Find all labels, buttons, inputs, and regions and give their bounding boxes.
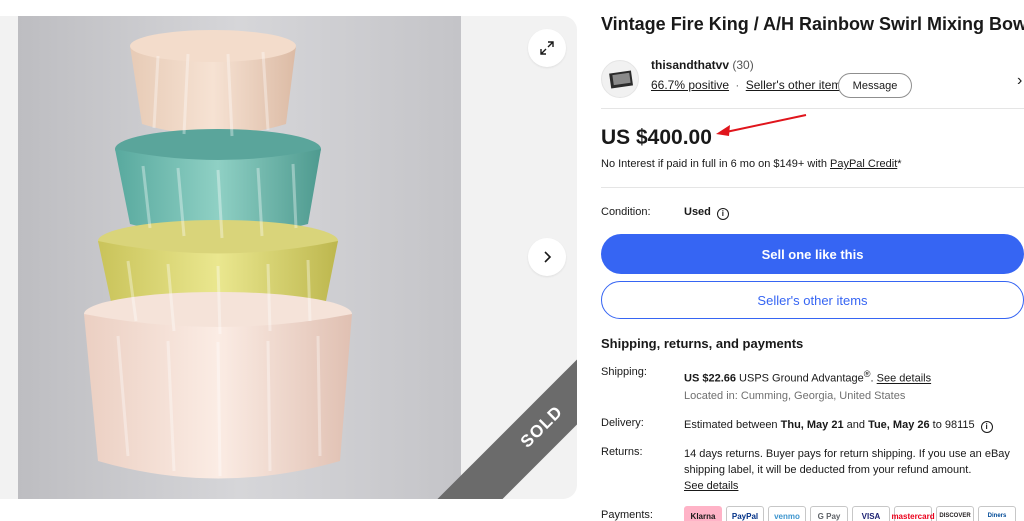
klarna-icon: Klarna bbox=[684, 506, 722, 521]
condition-label: Condition: bbox=[601, 206, 651, 218]
delivery-value: Estimated between Thu, May 21 and Tue, M… bbox=[684, 417, 1024, 433]
paypal-credit-link[interactable]: PayPal Credit bbox=[830, 158, 897, 170]
listing-title: Vintage Fire King / A/H Rainbow Swirl Mi… bbox=[601, 14, 1024, 34]
shipping-see-details-link[interactable]: See details bbox=[877, 373, 931, 385]
seller-avatar[interactable] bbox=[601, 60, 639, 98]
shipping-cost: US $22.66 bbox=[684, 372, 736, 385]
seller-name[interactable]: thisandthatvv bbox=[651, 58, 729, 72]
delivery-end: Tue, May 26 bbox=[868, 419, 930, 431]
seller-card: thisandthatvv (30) 66.7% positive · Sell… bbox=[601, 56, 1024, 108]
payments-label: Payments: bbox=[601, 509, 653, 521]
credit-note: No Interest if paid in full in 6 mo on $… bbox=[601, 158, 902, 170]
positive-feedback-link[interactable]: 66.7% positive bbox=[651, 78, 729, 92]
separator: · bbox=[735, 78, 740, 92]
avatar-image-icon bbox=[609, 70, 634, 89]
seller-name-line: thisandthatvv (30) bbox=[651, 58, 754, 72]
next-image-button[interactable] bbox=[528, 238, 566, 276]
seller-feedback-count: (30) bbox=[732, 58, 754, 72]
divider bbox=[601, 108, 1024, 109]
condition-value: Used bbox=[684, 206, 711, 218]
google-pay-icon: G Pay bbox=[810, 506, 848, 521]
shipping-service: USPS Ground Advantage bbox=[735, 372, 864, 385]
item-location: Located in: Cumming, Georgia, United Sta… bbox=[684, 390, 906, 402]
visa-icon: VISA bbox=[852, 506, 890, 521]
seller-links: 66.7% positive · Seller's other items bbox=[651, 78, 847, 92]
delivery-info-icon[interactable]: i bbox=[980, 421, 993, 433]
bowls-illustration bbox=[18, 16, 461, 499]
sold-label: SOLD bbox=[516, 401, 567, 452]
product-photo[interactable] bbox=[18, 16, 461, 499]
listing-details: Vintage Fire King / A/H Rainbow Swirl Mi… bbox=[601, 0, 1024, 521]
message-button[interactable]: Message bbox=[838, 73, 912, 98]
delivery-prefix: Estimated between bbox=[684, 419, 781, 431]
paypal-icon: PayPal bbox=[726, 506, 764, 521]
seller-chevron-right-icon[interactable]: › bbox=[1017, 72, 1022, 90]
seller-other-items-link[interactable]: Seller's other items bbox=[746, 78, 848, 92]
credit-suffix: * bbox=[897, 158, 902, 170]
sell-one-like-this-button[interactable]: Sell one like this bbox=[601, 234, 1024, 274]
expand-icon bbox=[540, 41, 554, 55]
expand-button[interactable] bbox=[528, 29, 566, 67]
sellers-other-items-button[interactable]: Seller's other items bbox=[601, 281, 1024, 319]
condition-value-line: Used i bbox=[684, 206, 729, 220]
diners-club-icon: Diners bbox=[978, 506, 1016, 521]
info-icon[interactable]: i bbox=[716, 208, 729, 220]
credit-prefix: No Interest if paid in full in 6 mo on $… bbox=[601, 158, 830, 170]
delivery-suffix: to 98115 bbox=[929, 419, 975, 431]
returns-value: 14 days returns. Buyer pays for return s… bbox=[684, 446, 1024, 494]
shipping-heading: Shipping, returns, and payments bbox=[601, 336, 804, 351]
discover-icon: DISCOVER bbox=[936, 506, 974, 521]
delivery-label: Delivery: bbox=[601, 417, 644, 429]
returns-see-details-link[interactable]: See details bbox=[684, 480, 738, 492]
returns-label: Returns: bbox=[601, 446, 643, 458]
image-gallery: SOLD bbox=[0, 16, 577, 499]
payment-methods: Klarna PayPal venmo G Pay VISA mastercar… bbox=[684, 506, 1016, 521]
returns-text: 14 days returns. Buyer pays for return s… bbox=[684, 448, 1010, 476]
mastercard-icon: mastercard bbox=[891, 506, 935, 521]
delivery-and: and bbox=[843, 419, 869, 431]
delivery-start: Thu, May 21 bbox=[780, 419, 844, 431]
venmo-icon: venmo bbox=[768, 506, 806, 521]
shipping-value: US $22.66 USPS Ground Advantage®. See de… bbox=[684, 366, 1024, 387]
chevron-right-icon bbox=[544, 251, 552, 263]
registered-mark: ® bbox=[863, 369, 871, 379]
divider bbox=[601, 187, 1024, 188]
price: US $400.00 bbox=[601, 126, 712, 149]
shipping-label: Shipping: bbox=[601, 366, 647, 378]
